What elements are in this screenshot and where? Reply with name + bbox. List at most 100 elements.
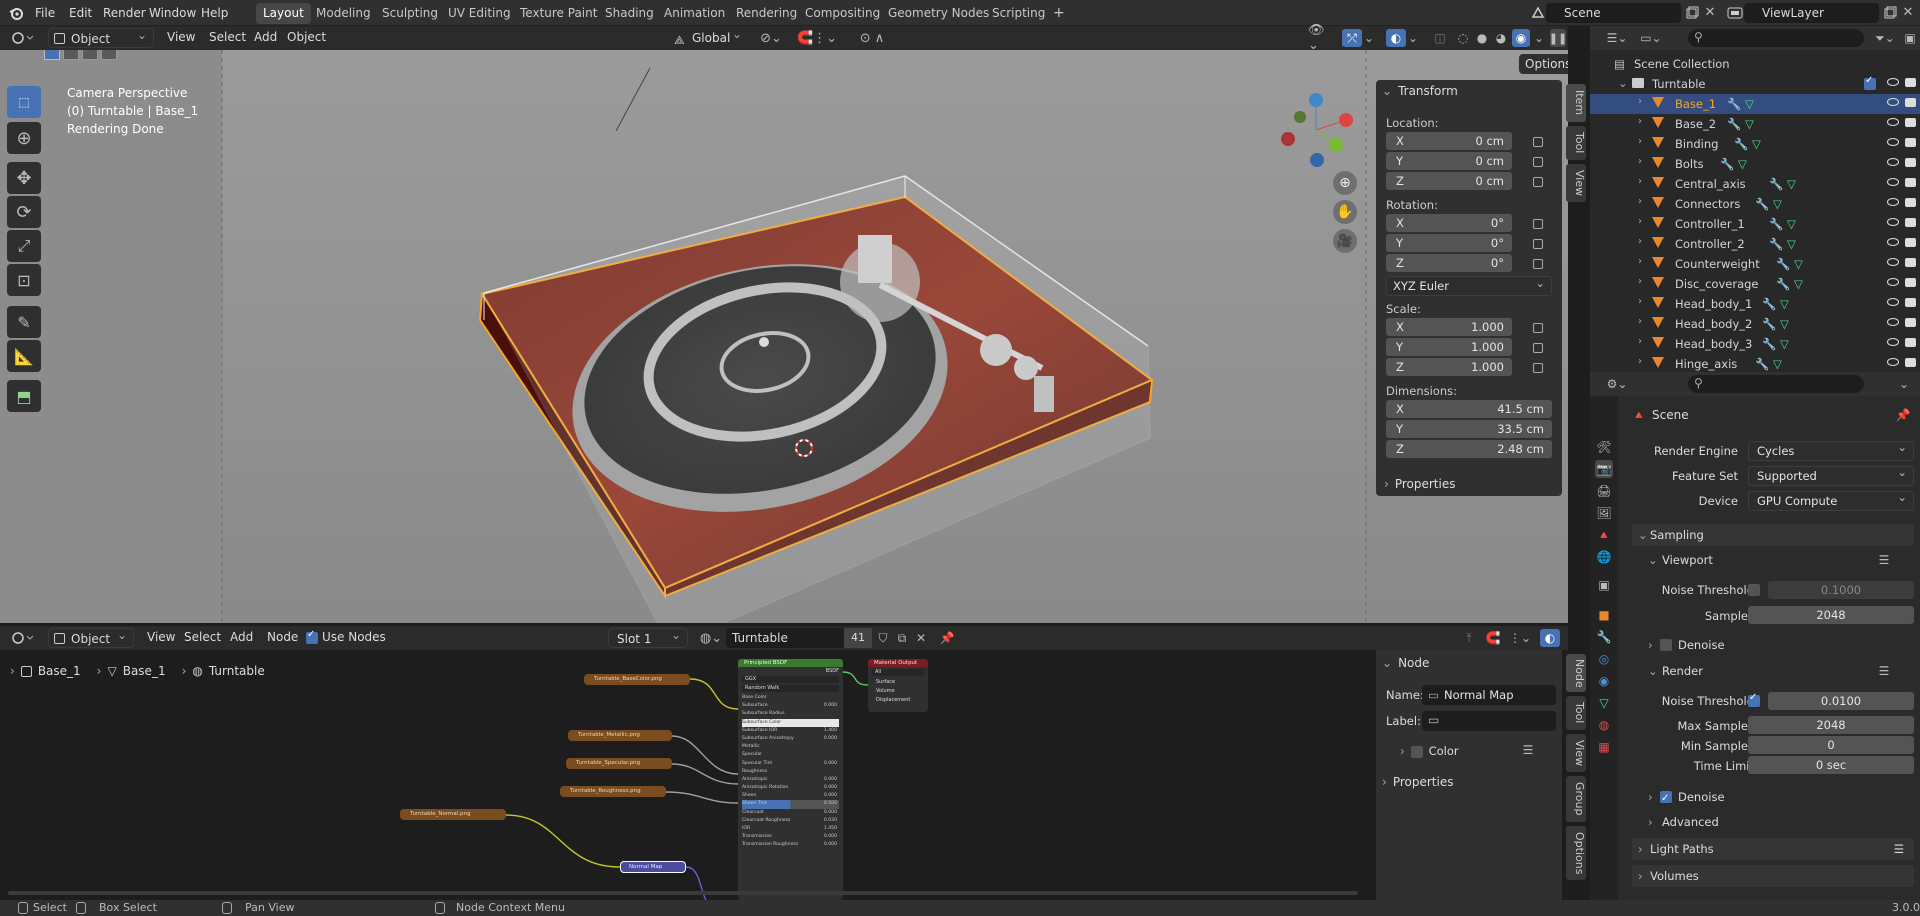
bsdf-input-row[interactable]: Subsurface 0.000	[742, 702, 839, 710]
menu-file[interactable]: File	[35, 0, 55, 26]
view-layer-icon[interactable]	[1726, 5, 1744, 21]
presets-list-icon[interactable]: ☰	[1894, 838, 1904, 860]
bsdf-input-row[interactable]: Anisotropic 0.000	[742, 776, 839, 784]
bsdf-input-row[interactable]: Anisotropic Rotation 0.000	[742, 784, 839, 792]
eye-icon[interactable]	[1887, 238, 1899, 246]
bsdf-input-row[interactable]: Specular	[742, 751, 839, 759]
use-nodes-checkbox[interactable]	[306, 629, 318, 644]
pan-hand-icon[interactable]: ✋	[1333, 200, 1357, 224]
render-subsection[interactable]: ⌄ Render	[1644, 660, 1914, 682]
physics-tab-icon[interactable]: ◉	[1595, 672, 1613, 690]
subsurface-method-dropdown[interactable]: Random Walk	[742, 685, 839, 692]
snap-mode-icon[interactable]: ⋮⌄	[1506, 630, 1534, 646]
bsdf-input-row[interactable]: Subsurface Radius	[742, 710, 839, 718]
tab-animation[interactable]: Animation	[657, 3, 732, 24]
lock-icon[interactable]	[1533, 343, 1543, 353]
scale-z-field[interactable]: Z 1.000	[1386, 358, 1512, 376]
tab-shading[interactable]: Shading	[598, 3, 661, 24]
eye-icon[interactable]	[1887, 78, 1899, 86]
max-samples-field[interactable]: 2048	[1748, 716, 1914, 734]
close-view-layer-icon[interactable]: ✕	[1900, 4, 1916, 20]
tool-move[interactable]: ✥	[7, 162, 41, 194]
eye-icon[interactable]	[1887, 258, 1899, 266]
view-layer-field[interactable]: ViewLayer	[1744, 3, 1879, 23]
tab-compositing[interactable]: Compositing	[798, 3, 887, 24]
scale-x-field[interactable]: X 1.000	[1386, 318, 1512, 336]
lock-icon[interactable]	[1533, 323, 1543, 333]
tab-scripting[interactable]: Scripting	[985, 3, 1052, 24]
distribution-dropdown[interactable]: GGX	[742, 676, 839, 683]
tab-layout[interactable]: Layout	[256, 3, 311, 24]
outliner-item[interactable]: › Head_body_2 🔧 ▽	[1590, 314, 1920, 334]
pause-render-icon[interactable]: ❚❚	[1549, 29, 1567, 47]
bsdf-input-row[interactable]: Subsurface IOR 1.400	[742, 727, 839, 735]
bsdf-input-row[interactable]: Subsurface Anisotropy 0.000	[742, 735, 839, 743]
feature-set-dropdown[interactable]: Supported	[1748, 463, 1914, 486]
node-principled-bsdf[interactable]: Principled BSDF BSDF GGX Random Walk Bas…	[738, 659, 843, 900]
chevron-right-icon[interactable]: ›	[1638, 116, 1642, 127]
vp-menu-object[interactable]: Object	[287, 30, 326, 44]
xray-icon[interactable]: ◫	[1432, 30, 1448, 46]
chevron-right-icon[interactable]: ›	[1638, 256, 1642, 267]
wireframe-shading-icon[interactable]: ◌	[1455, 30, 1471, 46]
navigation-gizmo[interactable]	[1276, 90, 1356, 170]
ne-menu-add[interactable]: Add	[230, 630, 253, 644]
zoom-icon[interactable]: ⊕	[1333, 171, 1357, 195]
chevron-right-icon[interactable]: ›	[1638, 356, 1642, 367]
vp-denoise-checkbox[interactable]	[1660, 639, 1672, 651]
pivot-point-icon[interactable]: ⊘⌄	[756, 30, 786, 46]
device-dropdown[interactable]: GPU Compute	[1748, 488, 1914, 511]
material-shading-icon[interactable]: ◕	[1493, 30, 1509, 46]
pin-icon[interactable]: 📌	[938, 629, 956, 647]
chevron-right-icon[interactable]: ›	[1638, 216, 1642, 227]
material-browse-icon[interactable]: ◍⌄	[696, 629, 726, 647]
bsdf-input-row[interactable]: Clearcoat 0.000	[742, 809, 839, 817]
dimensions-x-field[interactable]: X 41.5 cm	[1386, 400, 1552, 418]
bsdf-input-row[interactable]: Sheen Tint 0.500	[742, 800, 839, 809]
add-workspace-button[interactable]: +	[1046, 3, 1072, 24]
outliner-item[interactable]: › Binding 🔧 ▽	[1590, 134, 1920, 154]
time-limit-field[interactable]: 0 sec	[1748, 756, 1914, 774]
object-tab-icon[interactable]: ■	[1595, 606, 1613, 624]
node-normal-map[interactable]: Normal Map	[620, 861, 686, 873]
scene-icon[interactable]	[1530, 5, 1546, 21]
node-base-color-texture[interactable]: Turntable_BaseColor.png	[584, 674, 690, 685]
bsdf-input-row[interactable]: Transmission 0.000	[742, 833, 839, 841]
chevron-right-icon[interactable]: ›	[1638, 176, 1642, 187]
material-tab-icon[interactable]: ◍	[1595, 716, 1613, 734]
gizmo-toggle-icon[interactable]: ⤱	[1342, 29, 1362, 47]
modifier-tab-icon[interactable]: 🔧	[1595, 628, 1613, 646]
node-editor-scrollbar[interactable]	[8, 891, 1358, 895]
options-button[interactable]: Options	[1519, 54, 1568, 74]
collection-tab-icon[interactable]: ▣	[1595, 576, 1613, 594]
render-tab-icon[interactable]: 📷	[1595, 460, 1613, 478]
rotation-x-field[interactable]: X 0°	[1386, 214, 1512, 232]
solid-shading-icon[interactable]: ●	[1474, 30, 1490, 46]
bsdf-input-row[interactable]: Transmission Roughness 0.000	[742, 841, 839, 849]
world-tab-icon[interactable]: 🌐	[1595, 548, 1613, 566]
pin-icon[interactable]: 📌	[1896, 408, 1911, 422]
slot-dropdown[interactable]: Slot 1	[608, 625, 688, 648]
rotation-z-field[interactable]: Z 0°	[1386, 254, 1512, 272]
lock-icon[interactable]	[1533, 259, 1543, 269]
gizmo-dropdown-icon[interactable]: ⌄	[1362, 30, 1376, 46]
blender-logo-icon[interactable]	[8, 5, 24, 21]
tab-modeling[interactable]: Modeling	[309, 3, 378, 24]
select-extend-icon[interactable]	[63, 50, 79, 60]
r-noise-threshold-field[interactable]: 0.0100	[1768, 692, 1914, 710]
ne-menu-select[interactable]: Select	[184, 630, 221, 644]
lock-icon[interactable]	[1533, 137, 1543, 147]
chevron-right-icon[interactable]: ›	[1638, 316, 1642, 327]
chevron-right-icon[interactable]: ›	[1638, 336, 1642, 347]
bsdf-input-row[interactable]: Subsurface Color	[742, 718, 839, 727]
camera-icon[interactable]	[1905, 278, 1916, 287]
tool-measure[interactable]: 📐	[7, 340, 41, 372]
lock-icon[interactable]	[1533, 219, 1543, 229]
camera-icon[interactable]	[1905, 78, 1916, 87]
ne-tab-view[interactable]: View	[1566, 734, 1586, 772]
visibility-icon[interactable]: 👁⌄	[1308, 23, 1334, 53]
node-specular-texture[interactable]: Turntable_Specular.png	[566, 758, 672, 769]
tab-geometry-nodes[interactable]: Geometry Nodes	[881, 3, 996, 24]
outliner-scene-collection[interactable]: ▤ Scene Collection	[1590, 54, 1920, 74]
chevron-right-icon[interactable]: ›	[1638, 296, 1642, 307]
